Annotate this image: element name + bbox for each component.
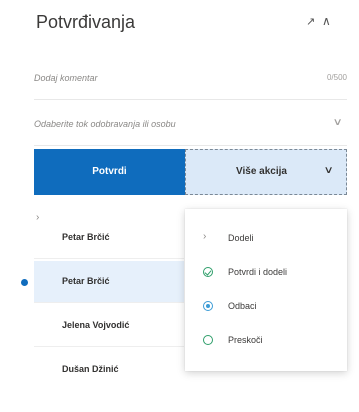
menu-item-label: Odbaci bbox=[228, 301, 257, 311]
page-title: Potvrđivanja bbox=[36, 12, 136, 32]
current-step-dot-icon bbox=[21, 279, 28, 286]
menu-item-odbaci[interactable]: Odbaci bbox=[185, 289, 347, 323]
approver-row[interactable]: Dušan Džinić bbox=[34, 349, 184, 391]
chevron-right-icon[interactable]: › bbox=[36, 212, 39, 223]
more-actions-button[interactable]: Više akcija ∨ bbox=[185, 149, 347, 195]
pencil-icon[interactable]: ↗ bbox=[306, 15, 315, 28]
menu-item-dodeli[interactable]: › Dodeli bbox=[185, 221, 347, 255]
more-actions-label: Više akcija bbox=[236, 166, 287, 177]
approve-button[interactable]: Potvrdi bbox=[34, 149, 185, 195]
menu-item-preskoci[interactable]: Preskoči bbox=[185, 323, 347, 357]
approver-row[interactable]: Petar Brčić bbox=[34, 217, 184, 259]
approver-name: Jelena Vojvodić bbox=[62, 320, 130, 330]
approver-row[interactable]: Jelena Vojvodić bbox=[34, 305, 184, 347]
more-actions-menu: › Dodeli Potvrdi i dodeli Odbaci Preskoč… bbox=[185, 209, 347, 371]
approval-flow-placeholder: Odaberite tok odobravanja ili osobu bbox=[34, 119, 176, 129]
approver-name: Petar Brčić bbox=[62, 276, 110, 286]
panel-header: Potvrđivanja ↗ ∧ bbox=[0, 0, 359, 46]
approver-name: Petar Brčić bbox=[62, 232, 110, 242]
header-actions: ↗ ∧ bbox=[306, 14, 346, 32]
menu-item-potvrdi-i-dodeli[interactable]: Potvrdi i dodeli bbox=[185, 255, 347, 289]
comment-placeholder: Dodaj komentar bbox=[34, 73, 98, 83]
chevron-down-icon: ∨ bbox=[323, 165, 334, 176]
menu-item-label: Preskoči bbox=[228, 335, 263, 345]
chevron-right-icon: › bbox=[203, 231, 207, 242]
approver-row[interactable]: Petar Brčić bbox=[34, 261, 184, 303]
menu-item-label: Potvrdi i dodeli bbox=[228, 267, 288, 277]
approval-flow-select[interactable]: Odaberite tok odobravanja ili osobu ∨ bbox=[34, 104, 347, 146]
reject-circle-icon bbox=[203, 301, 213, 311]
comment-field[interactable]: Dodaj komentar 0/500 bbox=[34, 58, 347, 100]
chevron-down-icon: ∨ bbox=[332, 117, 343, 128]
check-circle-icon bbox=[203, 267, 213, 277]
chevron-up-icon[interactable]: ∧ bbox=[322, 14, 331, 28]
approver-name: Dušan Džinić bbox=[62, 364, 119, 374]
comment-counter: 0/500 bbox=[326, 73, 347, 82]
skip-circle-icon bbox=[203, 335, 213, 345]
menu-item-label: Dodeli bbox=[228, 233, 254, 243]
